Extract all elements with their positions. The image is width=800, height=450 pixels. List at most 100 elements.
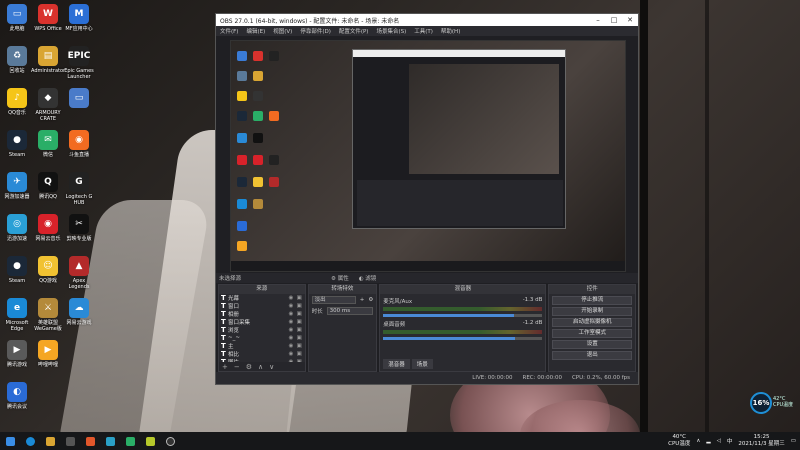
duration-input[interactable]: 300 ms	[326, 306, 374, 315]
cpu-usage-widget[interactable]: 16%	[750, 392, 772, 414]
volume-slider[interactable]	[383, 314, 543, 317]
minimize-icon[interactable]: –	[590, 16, 606, 24]
menu-help[interactable]: 帮助(H)	[441, 27, 460, 35]
desktop-icon[interactable]: ◉ 斗鱼直播	[62, 130, 96, 158]
desktop-icon[interactable]: ▭ 此电脑	[0, 4, 34, 32]
desktop-icon[interactable]: Q 腾讯QQ	[31, 172, 65, 200]
desktop-icon[interactable]: ✈ 网游加速器	[0, 172, 34, 200]
control-button[interactable]: 开始录制	[552, 307, 633, 316]
eye-icon[interactable]: ◉	[289, 303, 297, 309]
eye-icon[interactable]: ◉	[289, 295, 297, 301]
desktop-icon[interactable]: ◎ 迅游加速	[0, 214, 34, 242]
lock-icon[interactable]: ▣	[297, 343, 305, 349]
maximize-icon[interactable]: □	[606, 16, 622, 24]
desktop-icon[interactable]: ▤ Administrator	[31, 46, 65, 74]
source-item[interactable]: T ~_~ ◉ ▣	[219, 334, 305, 342]
eye-icon[interactable]: ◉	[289, 327, 297, 333]
notification-icon[interactable]: ▭	[791, 438, 796, 444]
desktop-icon[interactable]: M MF应用中心	[62, 4, 96, 32]
desktop-icon[interactable]: ◐ 腾讯会议	[0, 382, 34, 410]
lock-icon[interactable]: ▣	[297, 351, 305, 357]
lock-icon[interactable]: ▣	[297, 327, 305, 333]
desktop-icon[interactable]: ☺ QQ游戏	[31, 256, 65, 284]
obs-title-bar[interactable]: OBS 27.0.1 (64-bit, windows) - 配置文件: 未命名…	[216, 14, 638, 26]
eye-icon[interactable]: ◉	[289, 351, 297, 357]
control-button[interactable]: 工作室模式	[552, 329, 633, 338]
desktop-icon[interactable]: ☁ 网易云游戏	[62, 298, 96, 326]
tab-mixer[interactable]: 混音器	[383, 359, 410, 369]
chevron-down-icon[interactable]: ∨	[269, 363, 274, 371]
desktop-icon[interactable]: ♪ QQ音乐	[0, 88, 34, 116]
taskbar-app[interactable]	[140, 432, 160, 450]
taskbar-edge[interactable]	[20, 432, 40, 450]
lock-icon[interactable]: ▣	[297, 311, 305, 317]
desktop-icon[interactable]: ◆ ARMOURY CRATE	[31, 88, 65, 122]
menu-scene-collection[interactable]: 场景集合(S)	[376, 27, 406, 35]
clock[interactable]: 15:25 2021/11/3 星期三	[738, 434, 784, 448]
taskbar-app[interactable]	[100, 432, 120, 450]
close-icon[interactable]: ✕	[622, 16, 638, 24]
menu-file[interactable]: 文件(F)	[220, 27, 238, 35]
source-item[interactable]: T 浏览 ◉ ▣	[219, 326, 305, 334]
control-button[interactable]: 设置	[552, 340, 633, 349]
desktop-icon[interactable]: ● Steam	[0, 256, 34, 284]
source-item[interactable]: T 光幕 ◉ ▣	[219, 294, 305, 302]
lock-icon[interactable]: ▣	[297, 335, 305, 341]
volume-slider[interactable]	[383, 337, 543, 340]
desktop-icon[interactable]: ♻ 回收站	[0, 46, 34, 74]
transition-gear-icon[interactable]: ⚙	[368, 297, 373, 303]
menu-docks[interactable]: 停靠部件(D)	[300, 27, 331, 35]
desktop-icon[interactable]: ✉ 微信	[31, 130, 65, 158]
desktop-icon[interactable]: ▭	[62, 88, 96, 110]
taskbar-app[interactable]	[120, 432, 140, 450]
control-button[interactable]: 启动虚拟摄像机	[552, 318, 633, 327]
source-item[interactable]: T 相比 ◉ ▣	[219, 350, 305, 358]
desktop-icon[interactable]: e Microsoft Edge	[0, 298, 34, 332]
start-button[interactable]	[0, 432, 20, 450]
taskbar-app[interactable]	[80, 432, 100, 450]
desktop-icon[interactable]: ● Steam	[0, 130, 34, 158]
desktop-icon[interactable]: ⚔ 英雄联盟WeGame版	[31, 298, 65, 332]
source-item[interactable]: T 窗口 ◉ ▣	[219, 302, 305, 310]
source-item[interactable]: T 相册 ◉ ▣	[219, 310, 305, 318]
eye-icon[interactable]: ◉	[289, 335, 297, 341]
volume-icon[interactable]: ◁	[717, 438, 721, 444]
desktop-icon[interactable]: ✂ 剪映专业版	[62, 214, 96, 242]
source-item[interactable]: T 主 ◉ ▣	[219, 342, 305, 350]
menu-profile[interactable]: 配置文件(P)	[339, 27, 369, 35]
filters-button[interactable]: ◐ 滤镜	[359, 274, 377, 282]
menu-tools[interactable]: 工具(T)	[414, 27, 433, 35]
taskbar-obs[interactable]	[160, 432, 180, 450]
control-button[interactable]: 退出	[552, 351, 633, 360]
desktop-icon[interactable]: ◉ 网易云音乐	[31, 214, 65, 242]
gear-icon[interactable]: ⚙	[246, 363, 252, 371]
tab-scene[interactable]: 场景	[411, 359, 433, 369]
ime-icon[interactable]: 中	[727, 437, 733, 445]
desktop-icon[interactable]: W WPS Office	[31, 4, 65, 32]
menu-edit[interactable]: 编辑(E)	[246, 27, 265, 35]
properties-button[interactable]: ⚙ 属性	[331, 274, 349, 282]
eye-icon[interactable]: ◉	[289, 311, 297, 317]
control-button[interactable]: 停止推流	[552, 296, 633, 305]
taskbar-app[interactable]	[60, 432, 80, 450]
menu-view[interactable]: 视图(V)	[273, 27, 292, 35]
chevron-up-icon[interactable]: ∧	[696, 438, 700, 444]
desktop-icon[interactable]: EPIC Epic Games Launcher	[62, 46, 96, 80]
eye-icon[interactable]: ◉	[289, 319, 297, 325]
desktop-icon[interactable]: ▶ 哔哩哔哩	[31, 340, 65, 368]
lock-icon[interactable]: ▣	[297, 319, 305, 325]
network-icon[interactable]: ▂	[706, 438, 710, 444]
taskbar-explorer[interactable]	[40, 432, 60, 450]
transition-select[interactable]: 淡出	[311, 295, 356, 304]
lock-icon[interactable]: ▣	[297, 295, 305, 301]
add-icon[interactable]: +	[222, 363, 228, 371]
chevron-up-icon[interactable]: ∧	[258, 363, 263, 371]
desktop-icon[interactable]: G Logitech G HUB	[62, 172, 96, 206]
desktop-icon[interactable]: ▶ 腾讯游戏	[0, 340, 34, 368]
remove-icon[interactable]: −	[234, 363, 240, 371]
source-item[interactable]: T 窗口采集 ◉ ▣	[219, 318, 305, 326]
lock-icon[interactable]: ▣	[297, 303, 305, 309]
preview-canvas[interactable]	[230, 40, 626, 272]
eye-icon[interactable]: ◉	[289, 343, 297, 349]
desktop-icon[interactable]: ▲ Apex Legends	[62, 256, 96, 290]
